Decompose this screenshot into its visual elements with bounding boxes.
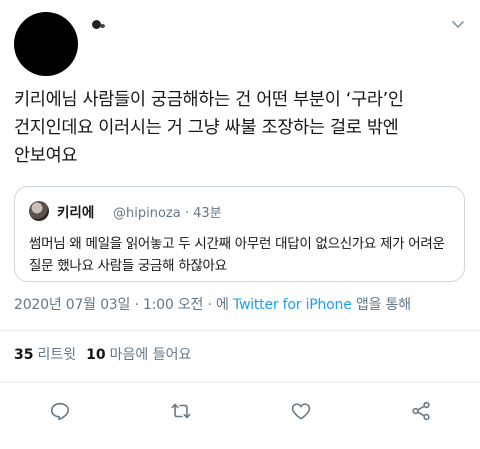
quoted-avatar[interactable]: [29, 201, 49, 221]
reply-icon[interactable]: [47, 398, 73, 424]
divider: [0, 382, 480, 383]
likes-label: 마음에 들어요: [109, 347, 192, 363]
tweet-text-line: 키리에님 사람들이 궁금해하는 건 어떤 부분이 ‘구라’인: [14, 90, 404, 110]
tweet-client-suffix: 앱을 통해: [355, 297, 411, 313]
retweet-icon[interactable]: [168, 398, 194, 424]
chevron-down-icon[interactable]: [450, 16, 466, 32]
retweets-stat[interactable]: 35 리트윗: [14, 347, 76, 363]
quoted-handle-time: @hipinoza · 43분: [113, 206, 222, 221]
tweet-meta: 2020년 07월 03일 · 1:00 오전 · 에 Twitter for …: [14, 294, 411, 314]
share-icon[interactable]: [408, 398, 434, 424]
likes-count: 10: [86, 347, 106, 363]
tweet-text-line: 건지인데요 이러시는 거 그냥 싸불 조장하는 걸로 밖엔: [14, 118, 399, 138]
tweet-text: 키리에님 사람들이 궁금해하는 건 어떤 부분이 ‘구라’인 건지인데요 이러시…: [14, 86, 470, 170]
quoted-author-name[interactable]: 키리에: [57, 201, 94, 221]
tweet-stats: 35 리트윗 10 마음에 들어요: [14, 344, 191, 364]
quoted-text-line: 질문 했나요 사람들 궁금해 하잖아요: [29, 258, 227, 274]
quoted-text-line: 썸머님 왜 메일을 읽어놓고 두 시간째 아무런 대답이 없으신가요 제가 어려…: [29, 236, 445, 252]
retweets-count: 35: [14, 347, 34, 363]
likes-stat[interactable]: 10 마음에 들어요: [86, 347, 191, 363]
divider: [0, 330, 480, 331]
heart-icon[interactable]: [288, 398, 314, 424]
tweet-client-link[interactable]: Twitter for iPhone: [233, 297, 352, 313]
quoted-tweet-card[interactable]: 키리에 @hipinoza · 43분 썸머님 왜 메일을 읽어놓고 두 시간째…: [14, 186, 465, 282]
retweets-label: 리트윗: [37, 347, 77, 363]
tweet-text-line: 안보여요: [14, 146, 78, 166]
author-avatar[interactable]: [14, 12, 78, 76]
author-name-redacted[interactable]: [92, 18, 106, 30]
tweet-datetime[interactable]: 2020년 07월 03일 · 1:00 오전 · 에: [14, 297, 229, 313]
quoted-text: 썸머님 왜 메일을 읽어놓고 두 시간째 아무런 대답이 없으신가요 제가 어려…: [29, 233, 459, 277]
